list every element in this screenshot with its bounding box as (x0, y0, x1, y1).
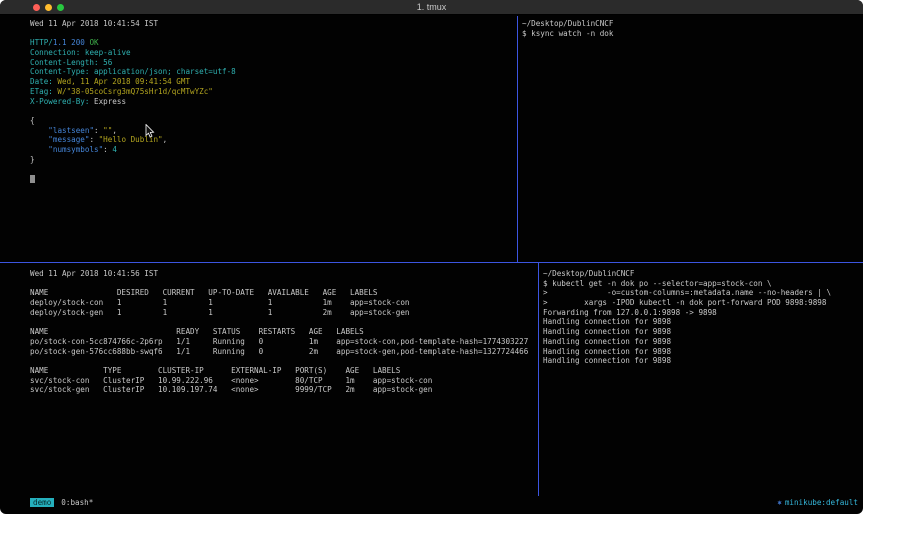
json-value: "Hello Dublin" (99, 135, 163, 144)
json-close-brace: } (30, 155, 517, 165)
blank-line (30, 279, 538, 289)
cursor-line (30, 174, 517, 184)
window-title: 1. tmux (0, 2, 863, 12)
command-continuation-line: > xargs -IPOD kubectl -n dok port-forwar… (543, 298, 863, 308)
indent (30, 135, 48, 144)
cwd-line: ~/Desktop/DublinCNCF (543, 269, 863, 279)
pane-port-forward[interactable]: ~/Desktop/DublinCNCF $ kubectl get -n do… (539, 263, 863, 496)
header-value: W/"38-05coCsrg3mQ75sHr1d/qcMTwYZc" (53, 87, 213, 96)
window-tab-bash[interactable]: 0:bash* (61, 498, 93, 507)
header-value: 56 (99, 58, 113, 67)
output-line: Handling connection for 9898 (543, 317, 863, 327)
separator: : (94, 126, 103, 135)
deploy-table-header: NAME DESIRED CURRENT UP-TO-DATE AVAILABL… (30, 288, 538, 298)
timestamp-line: Wed 11 Apr 2018 10:41:54 IST (30, 19, 517, 29)
http-header-line: Content-Type: application/json; charset=… (30, 67, 517, 77)
http-status-line: HTTP/1.1 200 OK (30, 38, 517, 48)
json-field-line: "lastseen": "", (30, 126, 517, 136)
pod-table-row: po/stock-con-5cc874766c-2p6rp 1/1 Runnin… (30, 337, 538, 347)
deploy-table-row: deploy/stock-con 1 1 1 1 1m app=stock-co… (30, 298, 538, 308)
separator: : (103, 145, 112, 154)
command-line: $ ksync watch -n dok (522, 29, 863, 39)
header-value: application/json; charset=utf-8 (89, 67, 235, 76)
json-open-brace: { (30, 116, 517, 126)
command-continuation-line: > -o=custom-columns=:metadata.name --no-… (543, 288, 863, 298)
json-key: "message" (48, 135, 89, 144)
pane-http-output[interactable]: Wed 11 Apr 2018 10:41:54 IST HTTP/1.1 20… (0, 16, 517, 262)
cwd-line: ~/Desktop/DublinCNCF (522, 19, 863, 29)
header-name: Date: (30, 77, 53, 86)
terminal-window: 1. tmux Wed 11 Apr 2018 10:41:54 IST HTT… (0, 0, 863, 514)
kube-context-label: minikube:default (785, 498, 858, 507)
http-header-line: Date: Wed, 11 Apr 2018 09:41:54 GMT (30, 77, 517, 87)
indent (30, 126, 48, 135)
output-line: Handling connection for 9898 (543, 356, 863, 366)
header-name: Content-Length: (30, 58, 99, 67)
output-line: Handling connection for 9898 (543, 337, 863, 347)
blank-line (30, 106, 517, 116)
pod-table-row: po/stock-gen-576cc688bb-swqf6 1/1 Runnin… (30, 347, 538, 357)
terminal-cursor (30, 175, 35, 183)
header-value: Express (89, 97, 126, 106)
header-value: keep-alive (80, 48, 130, 57)
json-value: "" (103, 126, 112, 135)
deploy-table-row: deploy/stock-gen 1 1 1 1 2m app=stock-ge… (30, 308, 538, 318)
json-key: "numsymbols" (48, 145, 103, 154)
http-status-reason: OK (85, 38, 99, 47)
svc-table-row: svc/stock-con ClusterIP 10.99.222.96 <no… (30, 376, 538, 386)
comma: , (112, 126, 117, 135)
http-header-line: Connection: keep-alive (30, 48, 517, 58)
json-key: "lastseen" (48, 126, 94, 135)
http-header-line: X-Powered-By: Express (30, 97, 517, 107)
output-line: Handling connection for 9898 (543, 347, 863, 357)
output-line: Handling connection for 9898 (543, 327, 863, 337)
blank-line (30, 356, 538, 366)
svc-table-row: svc/stock-gen ClusterIP 10.109.197.74 <n… (30, 385, 538, 395)
blank-line (30, 29, 517, 39)
output-line: Forwarding from 127.0.0.1:9898 -> 9898 (543, 308, 863, 318)
desktop: 1. tmux Wed 11 Apr 2018 10:41:54 IST HTT… (0, 0, 900, 555)
kube-status: ⎈minikube:default (777, 498, 858, 507)
command-line: $ kubectl get -n dok po --selector=app=s… (543, 279, 863, 289)
timestamp-line: Wed 11 Apr 2018 10:41:56 IST (30, 269, 538, 279)
blank-line (30, 164, 517, 174)
svc-table-header: NAME TYPE CLUSTER-IP EXTERNAL-IP PORT(S)… (30, 366, 538, 376)
header-name: ETag: (30, 87, 53, 96)
separator: : (89, 135, 98, 144)
brace: { (30, 116, 35, 125)
window-titlebar[interactable]: 1. tmux (0, 0, 863, 15)
http-header-line: Content-Length: 56 (30, 58, 517, 68)
session-name: demo (30, 498, 54, 507)
comma: , (163, 135, 168, 144)
header-name: Connection: (30, 48, 80, 57)
json-field-line: "message": "Hello Dublin", (30, 135, 517, 145)
tmux-status-bar: demo 0:bash* ⎈minikube:default (0, 497, 863, 508)
header-value: Wed, 11 Apr 2018 09:41:54 GMT (53, 77, 190, 86)
brace: } (30, 155, 35, 164)
json-value: 4 (112, 145, 117, 154)
indent (30, 145, 48, 154)
http-protocol: HTTP/ (30, 38, 53, 47)
header-name: X-Powered-By: (30, 97, 89, 106)
http-header-line: ETag: W/"38-05coCsrg3mQ75sHr1d/qcMTwYZc" (30, 87, 517, 97)
header-name: Content-Type: (30, 67, 89, 76)
pane-kubectl-watch[interactable]: Wed 11 Apr 2018 10:41:56 IST NAME DESIRE… (0, 263, 538, 496)
blank-line (30, 317, 538, 327)
http-status-code: 1.1 200 (53, 38, 85, 47)
json-field-line: "numsymbols": 4 (30, 145, 517, 155)
pane-ksync[interactable]: ~/Desktop/DublinCNCF $ ksync watch -n do… (518, 16, 863, 262)
kubernetes-helm-icon: ⎈ (777, 498, 782, 507)
pod-table-header: NAME READY STATUS RESTARTS AGE LABELS (30, 327, 538, 337)
